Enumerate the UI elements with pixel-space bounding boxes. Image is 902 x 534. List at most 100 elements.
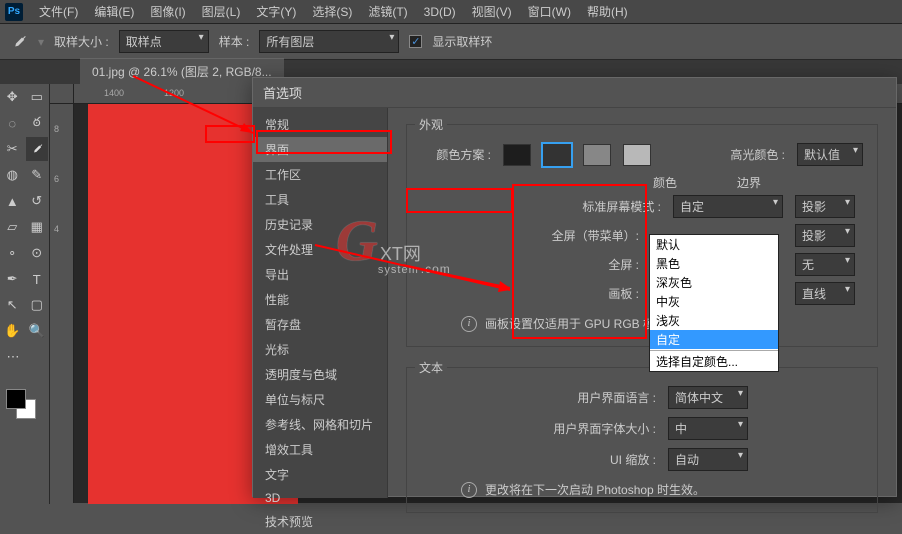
gradient-tool[interactable]: ▦ [26,215,49,239]
eyedropper-tool[interactable] [26,137,49,161]
mode-artboard-border-select[interactable]: 直线 [795,282,855,305]
ui-lang-label: 用户界面语言 : [536,389,656,406]
scheme-swatch-4[interactable] [623,144,651,166]
path-tool[interactable]: ↖ [1,293,24,317]
prefs-side-type[interactable]: 文字 [253,462,387,487]
prefs-side-scratch[interactable]: 暂存盘 [253,312,387,337]
menu-help[interactable]: 帮助(H) [579,0,636,23]
mode-artboard-label: 画板 : [509,285,639,302]
mode-fullmenu-border-select[interactable]: 投影 [795,224,855,247]
mode-full-border-select[interactable]: 无 [795,253,855,276]
restart-note: 更改将在下一次启动 Photoshop 时生效。 [485,481,705,498]
prefs-side-workspace[interactable]: 工作区 [253,162,387,187]
ruler-tick: 8 [54,124,59,134]
options-bar: ▾ 取样大小 : 取样点 样本 : 所有图层 ✓ 显示取样环 [0,24,902,60]
menu-edit[interactable]: 编辑(E) [86,0,142,23]
toolbox: ✥▭ ◌ఠ ✂ ◍✎ ▲↺ ▱▦ ∘⊙ ✒T ↖▢ ✋🔍 ⋯ [0,84,50,504]
ui-font-label: 用户界面字体大小 : [536,420,656,437]
dropdown-opt-choose[interactable]: 选择自定颜色... [650,352,778,371]
menu-3d[interactable]: 3D(D) [416,2,464,22]
prefs-side-plugins[interactable]: 增效工具 [253,437,387,462]
menu-type[interactable]: 文字(Y) [248,0,304,23]
ruler-tick: 6 [54,174,59,184]
ui-scale-label: UI 缩放 : [536,451,656,468]
foreground-swatch[interactable] [6,389,26,409]
mode-full-label: 全屏 : [509,256,639,273]
dropdown-opt-darkgray[interactable]: 深灰色 [650,273,778,292]
dropdown-opt-default[interactable]: 默认 [650,235,778,254]
color-swatches[interactable] [0,385,49,421]
ps-logo-icon: Ps [5,3,23,21]
healing-tool[interactable]: ◍ [1,163,24,187]
move-tool[interactable]: ✥ [1,85,24,109]
mode-standard-color-select[interactable]: 自定 [673,195,783,218]
hand-tool[interactable]: ✋ [1,319,24,343]
eyedropper-tool-icon [10,33,28,51]
preferences-content: 外观 颜色方案 : 高光颜色 : 默认值 颜色 边界 标准屏幕模式 : [388,108,896,498]
prefs-side-performance[interactable]: 性能 [253,287,387,312]
ruler-tick: 1400 [104,88,124,98]
lasso-tool[interactable]: ఠ [26,111,49,135]
main-menubar: Ps 文件(F) 编辑(E) 图像(I) 图层(L) 文字(Y) 选择(S) 滤… [0,0,902,24]
prefs-side-3d[interactable]: 3D [253,487,387,509]
prefs-side-transparency[interactable]: 透明度与色域 [253,362,387,387]
edit-toolbar[interactable]: ⋯ [1,345,25,369]
menu-view[interactable]: 视图(V) [464,0,520,23]
type-tool[interactable]: T [26,267,49,291]
color-scheme-label: 颜色方案 : [421,146,491,163]
crop-tool[interactable]: ✂ [1,137,24,161]
mode-standard-border-select[interactable]: 投影 [795,195,855,218]
show-ring-checkbox[interactable]: ✓ [409,35,422,48]
prefs-side-tools[interactable]: 工具 [253,187,387,212]
prefs-side-cursors[interactable]: 光标 [253,337,387,362]
shape-tool[interactable]: ▢ [26,293,49,317]
info-icon: i [461,316,477,332]
prefs-side-guides[interactable]: 参考线、网格和切片 [253,412,387,437]
prefs-side-general[interactable]: 常规 [253,112,387,137]
sample-size-select[interactable]: 取样点 [119,30,209,53]
dropdown-opt-black[interactable]: 黑色 [650,254,778,273]
col-header-color: 颜色 [653,174,677,191]
blur-tool[interactable]: ∘ [1,241,24,265]
highlight-color-select[interactable]: 默认值 [797,143,863,166]
prefs-side-interface[interactable]: 界面 [253,137,387,162]
ruler-vertical: 8 6 4 [50,104,74,503]
dropdown-opt-lightgray[interactable]: 浅灰 [650,311,778,330]
menu-image[interactable]: 图像(I) [142,0,193,23]
preferences-sidebar: 常规 界面 工作区 工具 历史记录 文件处理 导出 性能 暂存盘 光标 透明度与… [253,108,388,498]
artboard-tool[interactable]: ▭ [26,85,49,109]
menu-layer[interactable]: 图层(L) [194,0,249,23]
ui-lang-select[interactable]: 简体中文 [668,386,748,409]
clone-tool[interactable]: ▲ [1,189,24,213]
zoom-tool[interactable]: 🔍 [26,319,49,343]
menu-filter[interactable]: 滤镜(T) [360,0,415,23]
prefs-side-filehandling[interactable]: 文件处理 [253,237,387,262]
color-dropdown-popup: 默认 黑色 深灰色 中灰 浅灰 自定 选择自定颜色... [649,234,779,372]
eraser-tool[interactable]: ▱ [1,215,24,239]
marquee-tool[interactable]: ◌ [1,111,24,135]
prefs-side-export[interactable]: 导出 [253,262,387,287]
dropdown-opt-midgray[interactable]: 中灰 [650,292,778,311]
show-ring-label: 显示取样环 [432,33,492,50]
dodge-tool[interactable]: ⊙ [26,241,49,265]
pen-tool[interactable]: ✒ [1,267,24,291]
menu-window[interactable]: 窗口(W) [520,0,579,23]
scheme-swatch-3[interactable] [583,144,611,166]
sample-label: 样本 : [219,33,250,50]
prefs-side-history[interactable]: 历史记录 [253,212,387,237]
scheme-swatch-1[interactable] [503,144,531,166]
sample-select[interactable]: 所有图层 [259,30,399,53]
ui-font-select[interactable]: 中 [668,417,748,440]
prefs-side-units[interactable]: 单位与标尺 [253,387,387,412]
menu-select[interactable]: 选择(S) [304,0,360,23]
history-brush-tool[interactable]: ↺ [26,189,49,213]
prefs-side-techpreview[interactable]: 技术预览 [253,509,387,534]
scheme-swatch-2[interactable] [543,144,571,166]
text-legend: 文本 [415,359,447,376]
dropdown-opt-custom[interactable]: 自定 [650,330,778,349]
ui-scale-select[interactable]: 自动 [668,448,748,471]
brush-tool[interactable]: ✎ [26,163,49,187]
preferences-dialog: 首选项 常规 界面 工作区 工具 历史记录 文件处理 导出 性能 暂存盘 光标 … [252,77,897,497]
menu-file[interactable]: 文件(F) [31,0,86,23]
text-section: 文本 用户界面语言 : 简体中文 用户界面字体大小 : 中 UI 缩放 : 自动… [406,359,878,513]
